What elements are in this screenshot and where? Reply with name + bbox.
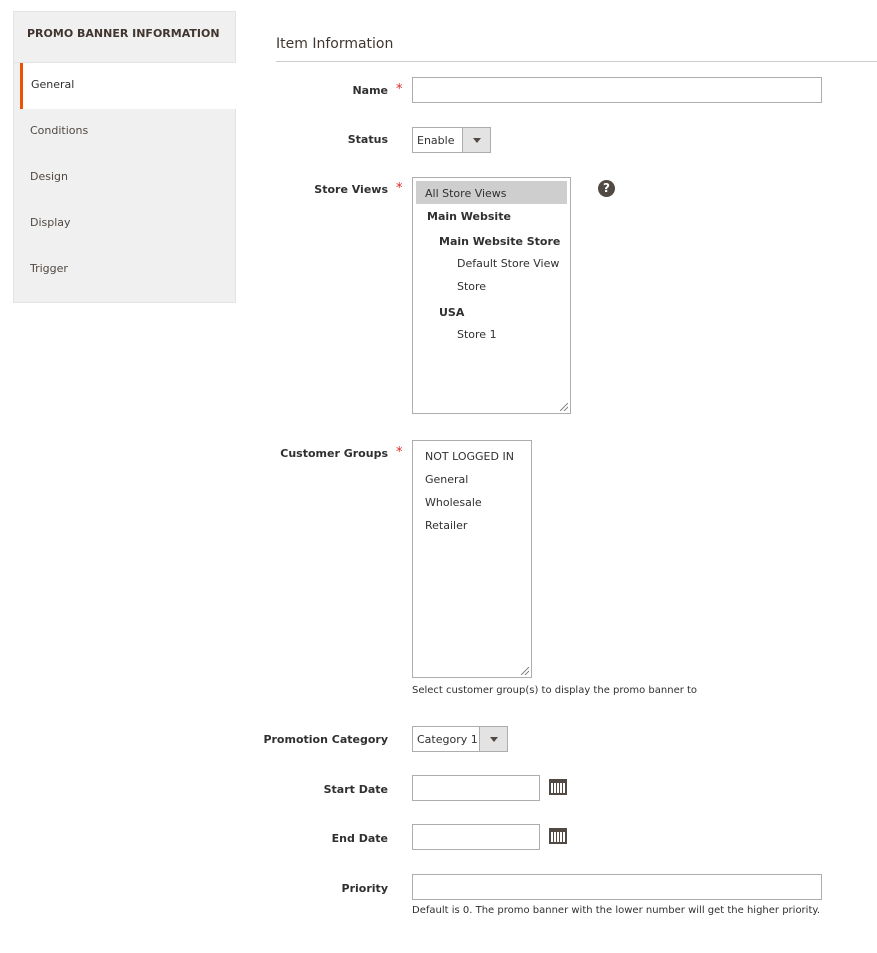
name-label: Name (352, 84, 388, 97)
sidebar-title: PROMO BANNER INFORMATION (14, 12, 235, 63)
section-divider (276, 61, 877, 62)
start-date-label: Start Date (323, 783, 388, 796)
option-general[interactable]: General (416, 467, 528, 490)
option-all-store-views[interactable]: All Store Views (416, 181, 567, 204)
section-title: Item Information (276, 36, 394, 52)
resize-handle[interactable] (521, 667, 529, 675)
chevron-down-icon[interactable] (479, 727, 507, 751)
customer-groups-label: Customer Groups (280, 447, 388, 460)
store-views-label: Store Views (314, 183, 388, 196)
required-mark: * (396, 181, 403, 196)
required-mark: * (396, 445, 403, 460)
priority-label: Priority (341, 882, 388, 895)
customer-groups-multiselect[interactable]: NOT LOGGED IN General Wholesale Retailer (412, 440, 532, 678)
option-default-store-view[interactable]: Default Store View (416, 251, 567, 274)
calendar-icon[interactable] (549, 828, 567, 844)
option-retailer[interactable]: Retailer (416, 513, 528, 536)
name-input[interactable] (412, 77, 822, 103)
optgroup-usa: USA (439, 306, 465, 319)
promotion-category-label: Promotion Category (263, 733, 388, 746)
priority-input[interactable] (412, 874, 822, 900)
store-views-multiselect[interactable]: All Store Views Main Website Main Websit… (412, 177, 571, 414)
optgroup-main-website-store: Main Website Store (439, 235, 561, 248)
option-store[interactable]: Store (416, 274, 567, 297)
end-date-label: End Date (331, 832, 388, 845)
customer-groups-note: Select customer group(s) to display the … (412, 685, 698, 696)
sidebar-item-display[interactable]: Display (14, 201, 235, 247)
status-value: Enable (417, 134, 455, 147)
optgroup-main-website: Main Website (427, 210, 511, 223)
sidebar-item-conditions[interactable]: Conditions (14, 109, 235, 155)
status-label: Status (347, 133, 388, 146)
status-select[interactable]: Enable (412, 127, 491, 153)
chevron-down-icon[interactable] (462, 128, 490, 152)
option-not-logged-in[interactable]: NOT LOGGED IN (416, 444, 528, 467)
resize-handle[interactable] (560, 403, 568, 411)
option-wholesale[interactable]: Wholesale (416, 490, 528, 513)
end-date-input[interactable] (412, 824, 540, 850)
required-mark: * (396, 82, 403, 97)
start-date-input[interactable] (412, 775, 540, 801)
help-icon[interactable]: ? (598, 180, 615, 197)
sidebar-item-trigger[interactable]: Trigger (14, 247, 235, 293)
option-store-1[interactable]: Store 1 (416, 322, 567, 345)
priority-note: Default is 0. The promo banner with the … (412, 905, 821, 916)
promotion-category-value: Category 1 (417, 733, 478, 746)
sidebar: PROMO BANNER INFORMATION General Conditi… (13, 11, 236, 303)
calendar-icon[interactable] (549, 779, 567, 795)
promotion-category-select[interactable]: Category 1 (412, 726, 508, 752)
